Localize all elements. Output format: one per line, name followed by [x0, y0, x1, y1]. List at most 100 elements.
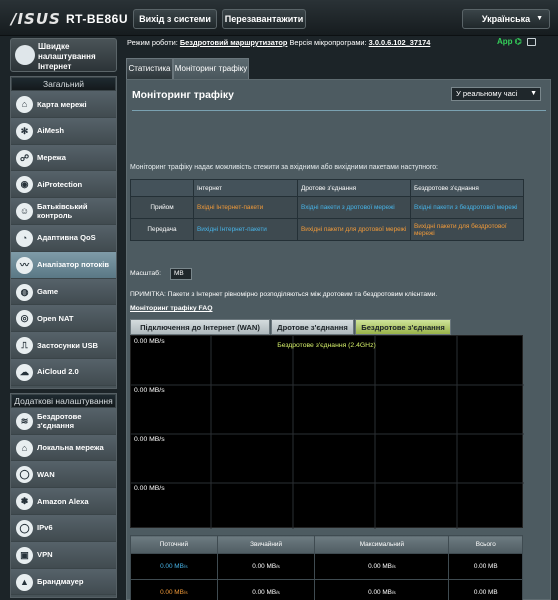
sidebar-item-parental-control[interactable]: ☺ Батьківський контроль	[11, 198, 116, 225]
stats-unit: /s	[183, 591, 188, 596]
sidebar-item-game[interactable]: ◍ Game	[11, 278, 116, 306]
legend-tx-wired: Вихідні пакети для дротової мережі	[297, 218, 411, 241]
stats-row-rx: 0.00 MB/s 0.00 MB/s 0.00 MB/s 0.00 MB	[130, 553, 523, 580]
monitor-mode-value: У реальному часі	[456, 89, 518, 98]
sidebar-item-vpn[interactable]: ▣ VPN	[11, 541, 116, 569]
aimesh-icon: ✻	[16, 122, 33, 140]
stats-rx-max-value: 0.00 MB	[368, 563, 392, 570]
sidebar-item-ipv6[interactable]: ◯ IPv6	[11, 514, 116, 542]
usb-icon: ⎍	[16, 337, 33, 355]
legend-header-internet: Інтернет	[193, 179, 298, 197]
language-select[interactable]: Українська ▼	[462, 9, 550, 29]
stats-rx-average: 0.00 MB/s	[216, 553, 316, 580]
stats-unit: /s	[183, 565, 188, 570]
operation-mode-label: Режим роботи:	[127, 38, 178, 47]
description-text: Моніторинг трафіку надає можливість стеж…	[130, 164, 438, 171]
sidebar-item-aicloud[interactable]: ☁ AiCloud 2.0	[11, 358, 116, 386]
chevron-down-icon: ▼	[536, 15, 543, 22]
sidebar-item-open-nat[interactable]: ◎ Open NAT	[11, 305, 116, 333]
reboot-button[interactable]: Перезавантажити	[222, 9, 306, 29]
sidebar-item-aiprotection[interactable]: ◉ AiProtection	[11, 171, 116, 199]
legend-rx-wired: Вхідні пакети з дротової мережі	[297, 196, 411, 219]
sidebar-item-qos[interactable]: ◔ Адаптивна QoS	[11, 224, 116, 252]
top-bar: /ISUS RT-BE86U Вихід з системи Перезаван…	[0, 0, 558, 36]
y-tick-label: 0.00 MB/s	[134, 338, 165, 345]
sidebar-item-network-map[interactable]: ⌂ Карта мережі	[11, 91, 116, 118]
sidebar-item-firewall[interactable]: ▲ Брандмауер	[11, 568, 116, 596]
advanced-menu: Додаткові налаштування ≋ Бездротове з'єдн…	[10, 392, 117, 599]
sidebar-item-label: Батьківський контроль	[37, 202, 88, 221]
stats-tx-max-value: 0.00 MB	[368, 589, 392, 596]
stats-header-max: Максимальний	[314, 535, 450, 554]
sidebar-item-wan[interactable]: ◯ WAN	[11, 461, 116, 489]
parental-control-icon: ☺	[16, 203, 33, 221]
firmware-label: Версія мікропрограми:	[289, 38, 367, 47]
note-text: ПРИМІТКА: Пакети з Інтернет рівномірно р…	[130, 291, 438, 298]
tab-traffic-monitor[interactable]: Моніторинг трафіку	[173, 58, 249, 79]
sidebar-item-aimesh[interactable]: ✻ AiMesh	[11, 117, 116, 145]
divider	[132, 110, 546, 111]
stats-unit: /s	[276, 565, 280, 570]
wireless-icon: ≋	[16, 412, 33, 430]
sidebar-item-label: Локальна мережа	[37, 443, 104, 453]
aicloud-icon: ☁	[16, 363, 33, 381]
sidebar-item-label: Бездротове з'єднання	[37, 411, 82, 430]
faq-link[interactable]: Моніторинг трафіку FAQ	[130, 305, 213, 312]
aiprotection-icon: ◉	[16, 176, 33, 194]
router-model: RT-BE86U	[66, 12, 129, 26]
y-tick-label: 0.00 MB/s	[134, 436, 165, 443]
sidebar-item-label: Карта мережі	[37, 99, 87, 109]
chart-tab-wan[interactable]: Підключення до Інтернет (WAN)	[130, 319, 270, 335]
tab-statistics[interactable]: Статистика	[126, 58, 173, 79]
firmware-version-link[interactable]: 3.0.0.6.102_37174	[369, 38, 431, 47]
sidebar-item-label: Game	[37, 287, 59, 297]
asus-logo: /ISUS	[11, 10, 61, 28]
link-status-icon[interactable]: ⌬	[515, 37, 522, 46]
sidebar: Швидке налаштування Інтернет Загальний ⌂…	[10, 38, 117, 600]
general-menu: Загальний ⌂ Карта мережі ✻ AiMesh ☍ Мережа ◉ Ai…	[10, 76, 117, 389]
sidebar-item-usb[interactable]: ⎍ Застосунки USB	[11, 332, 116, 359]
legend-header-wired: Дротове з'єднання	[297, 179, 411, 197]
firewall-icon: ▲	[16, 573, 33, 591]
chart-tab-wireless[interactable]: Бездротове з'єднання	[355, 319, 451, 335]
sidebar-item-label: Open NAT	[37, 313, 74, 323]
sidebar-item-wireless[interactable]: ≋ Бездротове з'єднання	[11, 407, 116, 435]
y-tick-label: 0.00 MB/s	[134, 485, 165, 492]
legend-rx-internet: Вхідні Інтернет-пакети	[193, 196, 298, 219]
app-label[interactable]: App	[497, 37, 513, 46]
stats-rx-max: 0.00 MB/s	[314, 553, 450, 580]
scale-select[interactable]: MB	[170, 268, 192, 280]
stats-tx-current-value: 0.00 MB	[160, 589, 184, 596]
stats-unit: /s	[276, 591, 280, 596]
chart-title: Бездротове з'єднання (2.4GHz)	[277, 342, 376, 349]
game-icon: ◍	[16, 283, 33, 301]
traffic-analyzer-icon: 〰	[16, 256, 33, 274]
quick-internet-setup-button[interactable]: Швидке налаштування Інтернет	[10, 38, 117, 72]
stats-unit: /s	[391, 591, 396, 596]
wan-icon: ◯	[16, 466, 33, 484]
usb-status-icon[interactable]	[527, 37, 537, 46]
stats-unit: /s	[391, 565, 396, 570]
sidebar-item-label: Застосунки USB	[37, 340, 99, 350]
legend-header-wireless: Бездротове з'єднання	[410, 179, 524, 197]
legend-tx-internet: Вихідні Інтернет-пакети	[193, 218, 298, 241]
logout-button[interactable]: Вихід з системи	[133, 9, 217, 29]
sidebar-item-network[interactable]: ☍ Мережа	[11, 144, 116, 172]
sidebar-item-label: Адаптивна QoS	[37, 233, 96, 243]
main-content: Режим роботи: Бездротовий маршрутизатор …	[121, 36, 558, 600]
sidebar-item-label: AiProtection	[37, 179, 83, 189]
legend-row-tx: Передача	[130, 218, 194, 241]
monitor-mode-select[interactable]: У реальному часі ▼	[451, 87, 541, 101]
ipv6-icon: ◯	[16, 519, 33, 537]
traffic-legend-table: Інтернет Дротове з'єднання Бездротове з'…	[130, 179, 524, 241]
language-label: Українська	[481, 14, 531, 24]
stats-tx-average: 0.00 MB/s	[216, 579, 316, 600]
scale-label: Масштаб:	[130, 270, 161, 277]
chart-tab-wired[interactable]: Дротове з'єднання	[271, 319, 354, 335]
stats-tx-average-value: 0.00 MB	[252, 589, 277, 596]
sidebar-item-traffic-analyzer[interactable]: 〰 Аналізатор потоків	[11, 251, 116, 279]
qis-label: Швидке налаштування Інтернет	[38, 42, 96, 71]
operation-mode-link[interactable]: Бездротовий маршрутизатор	[180, 38, 288, 47]
sidebar-item-lan[interactable]: ⌂ Локальна мережа	[11, 434, 116, 462]
sidebar-item-alexa[interactable]: ✽ Amazon Alexa	[11, 488, 116, 515]
